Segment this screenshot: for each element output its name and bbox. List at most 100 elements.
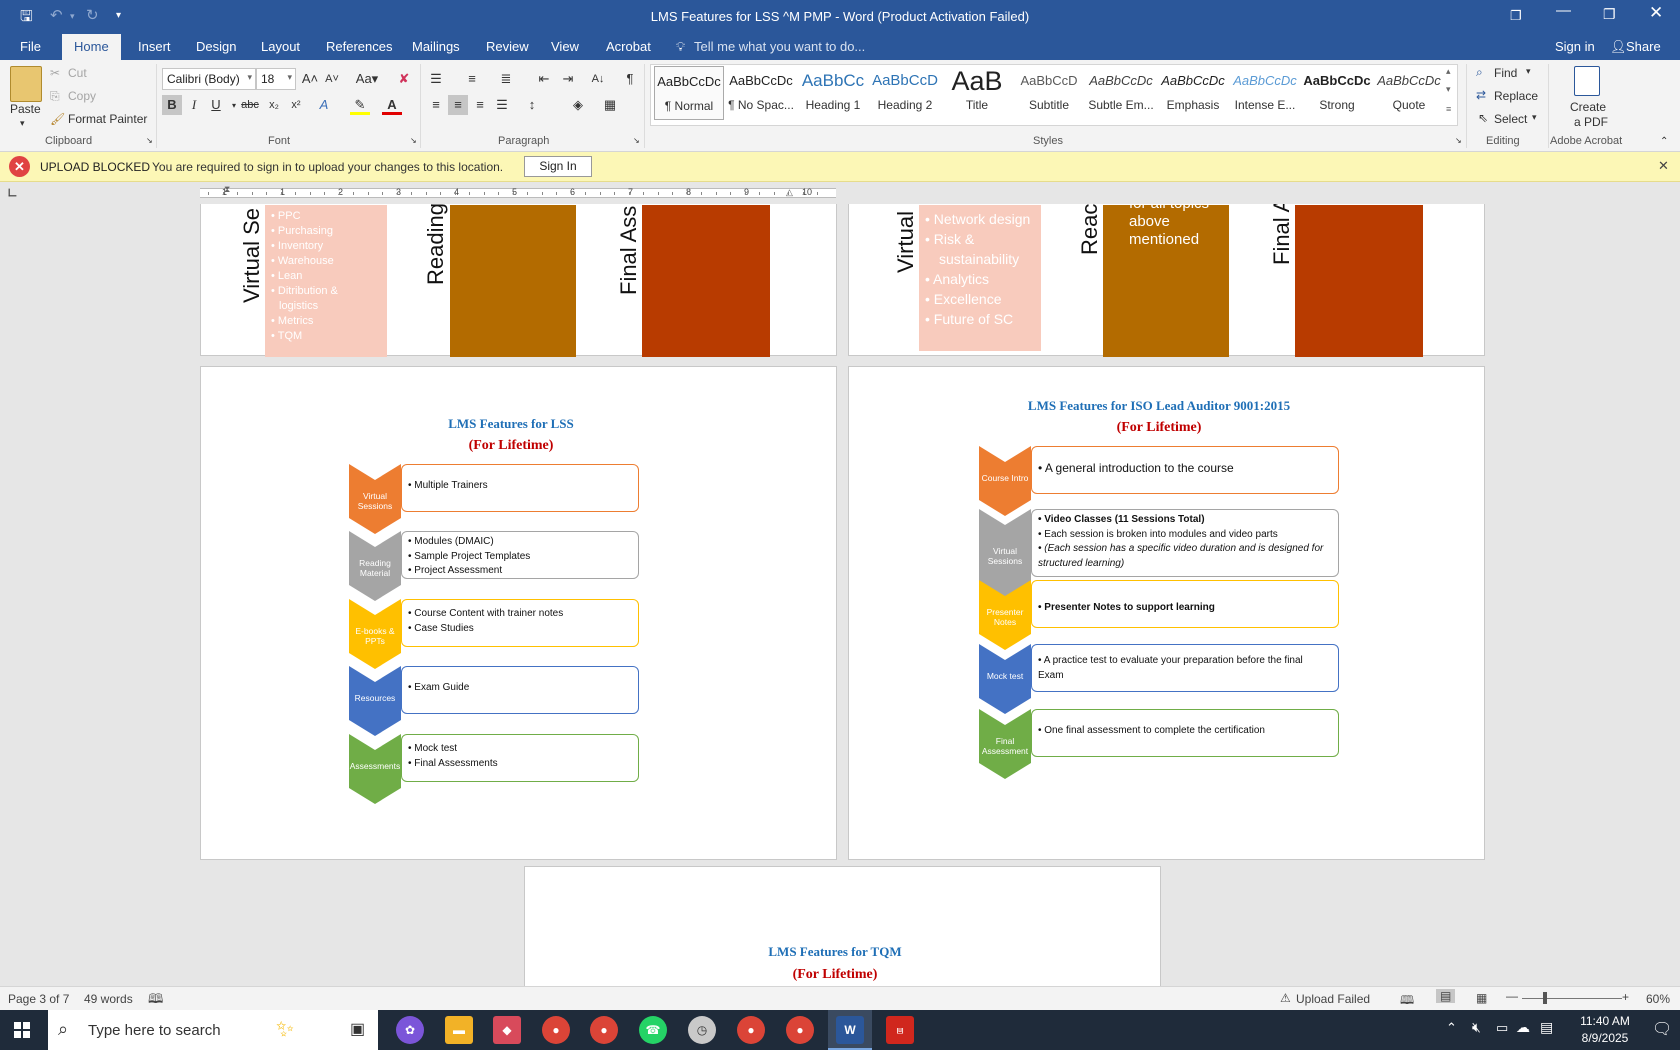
- print-layout-icon[interactable]: ▤: [1436, 989, 1456, 1003]
- superscript-button[interactable]: x²: [286, 95, 306, 115]
- style-tile[interactable]: AaBbCcDc Intense E...: [1230, 66, 1300, 120]
- font-launcher-icon[interactable]: ↘: [410, 136, 417, 145]
- create-pdf-icon[interactable]: [1574, 66, 1600, 96]
- style-tile[interactable]: AaBbCcDc ¶ No Spac...: [726, 66, 796, 120]
- style-tile[interactable]: AaBbCcDc Quote: [1374, 66, 1444, 120]
- align-center-icon[interactable]: ≡: [448, 95, 468, 115]
- ribbon-display-icon[interactable]: ❐: [1510, 8, 1522, 24]
- increase-indent-icon[interactable]: ⇥: [558, 69, 578, 89]
- gallery-down-icon[interactable]: ▾: [1446, 84, 1451, 95]
- style-tile[interactable]: AaBbCcDc Subtle Em...: [1086, 66, 1156, 120]
- gallery-up-icon[interactable]: ▴: [1446, 66, 1451, 77]
- save-icon[interactable]: 🖫: [20, 6, 33, 31]
- find-button[interactable]: Find: [1494, 66, 1517, 80]
- tab-file[interactable]: File: [20, 39, 41, 54]
- style-tile[interactable]: AaBbCcDc ¶ Normal: [654, 66, 724, 120]
- subscript-button[interactable]: x₂: [264, 95, 284, 115]
- close-icon[interactable]: ✕: [1649, 3, 1663, 23]
- taskbar-time[interactable]: 11:40 AM: [1570, 1014, 1640, 1028]
- paste-dropdown-icon[interactable]: ▾: [20, 118, 25, 129]
- close-message-icon[interactable]: ✕: [1658, 158, 1669, 174]
- tab-review[interactable]: Review: [486, 39, 529, 54]
- font-name-combo[interactable]: Calibri (Body) ▾: [162, 68, 256, 90]
- tab-design[interactable]: Design: [196, 39, 236, 54]
- change-case-icon[interactable]: Aa▾: [352, 69, 382, 89]
- show-marks-icon[interactable]: ¶: [620, 69, 640, 89]
- file-explorer-icon[interactable]: ▬: [445, 1016, 473, 1044]
- zoom-slider[interactable]: [1522, 998, 1622, 999]
- style-tile[interactable]: AaBbCcD Subtitle: [1014, 66, 1084, 120]
- tab-home[interactable]: Home: [62, 34, 121, 60]
- style-tile[interactable]: AaBbCc Heading 1: [798, 66, 868, 120]
- shading-icon[interactable]: ◈: [568, 95, 588, 115]
- undo-icon[interactable]: ↶: [50, 6, 63, 24]
- upload-status[interactable]: Upload Failed: [1296, 992, 1370, 1006]
- italic-button[interactable]: I: [184, 95, 204, 115]
- multilevel-list-icon[interactable]: ≣: [496, 69, 516, 89]
- chevron-down-icon[interactable]: ▾: [1526, 66, 1531, 77]
- bullets-icon[interactable]: ☰: [426, 69, 446, 89]
- style-tile[interactable]: AaBbCcD Heading 2: [870, 66, 940, 120]
- tab-insert[interactable]: Insert: [138, 39, 171, 54]
- tab-mailings[interactable]: Mailings: [412, 39, 460, 54]
- tab-references[interactable]: References: [326, 39, 392, 54]
- copilot-sparkle-icon[interactable]: ✨︎: [276, 1016, 294, 1042]
- volume-muted-icon[interactable]: 🔇︎: [1472, 1019, 1481, 1036]
- app-icon[interactable]: ◆: [493, 1016, 521, 1044]
- tab-selector-icon[interactable]: [8, 188, 17, 197]
- document-canvas[interactable]: • PPC • Purchasing • Inventory • Warehouse •…: [0, 204, 1680, 986]
- format-painter-button[interactable]: Format Painter: [68, 112, 147, 126]
- replace-button[interactable]: Replace: [1494, 89, 1538, 103]
- tab-acrobat[interactable]: Acrobat: [606, 39, 651, 54]
- font-color-icon[interactable]: A: [382, 95, 402, 115]
- restore-icon[interactable]: ❐: [1603, 6, 1616, 23]
- sign-in-link[interactable]: Sign in: [1555, 39, 1595, 54]
- chrome-icon[interactable]: ●: [737, 1016, 765, 1044]
- battery-icon[interactable]: ▭: [1496, 1020, 1508, 1036]
- clock-app-icon[interactable]: ◷: [688, 1016, 716, 1044]
- acrobat-icon[interactable]: ⩏: [886, 1016, 914, 1044]
- notifications-icon[interactable]: 🗨︎: [1652, 1019, 1672, 1039]
- bold-button[interactable]: B: [162, 95, 182, 115]
- highlight-icon[interactable]: ✎: [350, 95, 370, 115]
- chevron-down-icon[interactable]: ▾: [1532, 112, 1537, 123]
- word-icon[interactable]: W: [836, 1016, 864, 1044]
- sort-icon[interactable]: A↓: [588, 69, 608, 89]
- sign-in-button[interactable]: Sign In: [524, 156, 592, 177]
- grow-font-icon[interactable]: A˄: [300, 69, 320, 89]
- proofing-icon[interactable]: 🕮︎: [148, 990, 163, 1012]
- paragraph-launcher-icon[interactable]: ↘: [633, 136, 640, 145]
- copilot-icon[interactable]: ✿: [396, 1016, 424, 1044]
- share-button[interactable]: Share: [1626, 39, 1661, 54]
- page-count[interactable]: Page 3 of 7: [8, 992, 69, 1006]
- align-right-icon[interactable]: ≡: [470, 95, 490, 115]
- chrome-icon[interactable]: ●: [786, 1016, 814, 1044]
- style-tile[interactable]: AaBbCcDc Emphasis: [1158, 66, 1228, 120]
- select-button[interactable]: Select: [1494, 112, 1527, 126]
- create-pdf-label-2[interactable]: a PDF: [1574, 115, 1608, 129]
- paste-icon[interactable]: [10, 66, 42, 102]
- line-spacing-icon[interactable]: ↕: [522, 95, 542, 115]
- style-tile[interactable]: AaB Title: [942, 66, 1012, 120]
- weather-icon[interactable]: ☁︎: [1516, 1019, 1530, 1036]
- web-layout-icon[interactable]: ▦: [1476, 991, 1487, 1005]
- zoom-in-icon[interactable]: +: [1622, 990, 1629, 1004]
- customize-qat-icon[interactable]: ▾: [116, 10, 121, 21]
- create-pdf-label-1[interactable]: Create: [1570, 100, 1606, 114]
- tab-layout[interactable]: Layout: [261, 39, 300, 54]
- decrease-indent-icon[interactable]: ⇤: [534, 69, 554, 89]
- chrome-icon[interactable]: ●: [542, 1016, 570, 1044]
- tell-me-input[interactable]: Tell me what you want to do...: [694, 39, 865, 54]
- tab-view[interactable]: View: [551, 39, 579, 54]
- minimize-icon[interactable]: —: [1556, 2, 1571, 19]
- clear-formatting-icon[interactable]: ✘: [394, 69, 414, 89]
- right-indent-icon[interactable]: △: [786, 187, 793, 198]
- justify-icon[interactable]: ☰: [492, 95, 512, 115]
- read-mode-icon[interactable]: 🕮︎: [1400, 991, 1414, 1012]
- indent-marker-icon[interactable]: ⧗: [224, 184, 230, 195]
- styles-launcher-icon[interactable]: ↘: [1455, 136, 1462, 145]
- whatsapp-icon[interactable]: ☎: [639, 1016, 667, 1044]
- numbering-icon[interactable]: ≡: [462, 69, 482, 89]
- network-icon[interactable]: ▤: [1540, 1019, 1553, 1036]
- borders-icon[interactable]: ▦: [600, 95, 620, 115]
